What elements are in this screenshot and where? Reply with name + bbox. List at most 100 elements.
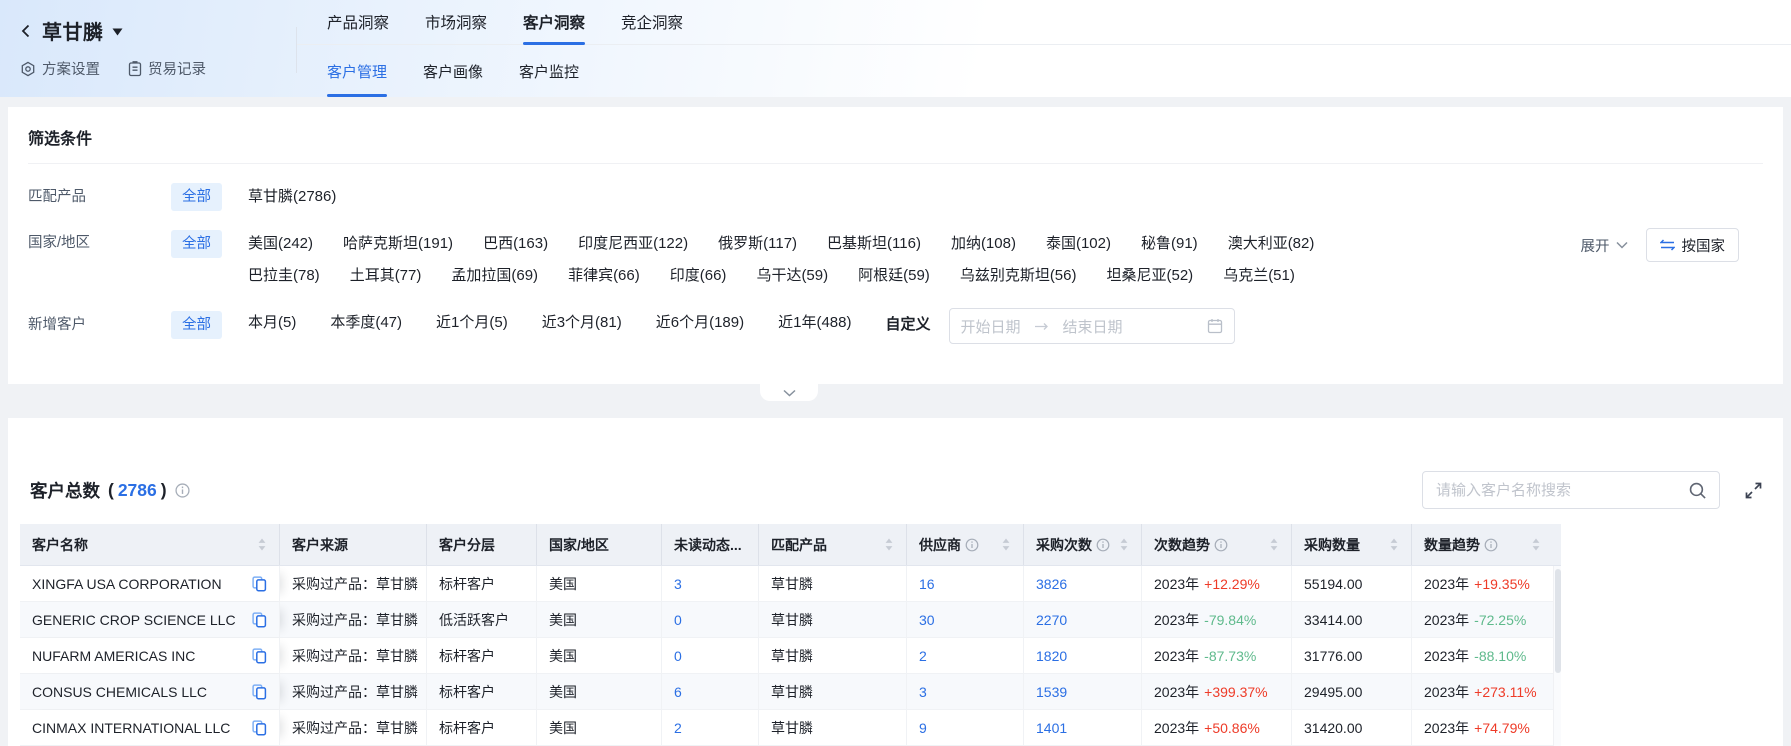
country-filter-item[interactable]: 乌克兰(51) — [1223, 260, 1295, 292]
cell-purchase-count-link[interactable]: 2270 — [1036, 612, 1067, 628]
new-customer-filter-item[interactable]: 近3个月(81) — [542, 308, 622, 338]
cell-text: 采购过产品：草甘膦 — [292, 646, 418, 666]
product-all-chip[interactable]: 全部 — [171, 183, 222, 211]
country-filter-item[interactable]: 孟加拉国(69) — [451, 260, 538, 292]
compare-icon[interactable] — [252, 576, 267, 592]
back-button[interactable] — [18, 23, 34, 39]
cell-suppliers-link[interactable]: 30 — [919, 612, 935, 628]
info-icon[interactable] — [1214, 538, 1228, 552]
filter-row-product: 匹配产品 全部 草甘膦(2786) — [28, 182, 1763, 212]
tab-customer-insight[interactable]: 客户洞察 — [523, 0, 585, 44]
tab-competitor-insight[interactable]: 竞企洞察 — [621, 0, 683, 44]
cell-suppliers-link[interactable]: 3 — [919, 684, 927, 700]
trend-year: 2023年 — [1154, 646, 1199, 666]
customer-name-link[interactable]: CINMAX INTERNATIONAL LLC — [32, 720, 230, 736]
customer-name-link[interactable]: NUFARM AMERICAS INC — [32, 648, 195, 664]
cell-unread-updates-link[interactable]: 0 — [674, 612, 682, 628]
expand-countries-link[interactable]: 展开 — [1581, 235, 1628, 256]
sort-icon[interactable] — [878, 537, 894, 552]
country-filter-item[interactable]: 印度尼西亚(122) — [578, 228, 688, 260]
cell-purchase-count-link[interactable]: 1820 — [1036, 648, 1067, 664]
scheme-settings-button[interactable]: 方案设置 — [20, 58, 100, 79]
cell-purchase-count-link[interactable]: 1401 — [1036, 720, 1067, 736]
compare-icon[interactable] — [252, 612, 267, 628]
custom-range-option[interactable]: 自定义 — [886, 308, 931, 342]
info-icon[interactable] — [965, 538, 979, 552]
search-input[interactable] — [1423, 482, 1688, 499]
customer-table: 客户名称客户来源客户分层国家/地区未读动态...匹配产品供应商采购次数次数趋势采… — [20, 524, 1561, 746]
country-filter-item[interactable]: 巴拉圭(78) — [248, 260, 320, 292]
product-filter-item[interactable]: 草甘膦(2786) — [248, 182, 336, 212]
new-customer-all-chip[interactable]: 全部 — [171, 311, 222, 339]
sort-icon[interactable] — [1113, 537, 1129, 552]
tab-product-insight[interactable]: 产品洞察 — [327, 0, 389, 44]
new-customer-filter-item[interactable]: 近1个月(5) — [436, 308, 508, 338]
info-icon[interactable] — [1096, 538, 1110, 552]
country-all-chip[interactable]: 全部 — [171, 230, 222, 258]
search-icon[interactable] — [1688, 481, 1707, 500]
trade-records-button[interactable]: 贸易记录 — [128, 58, 206, 79]
trend-value: +50.86% — [1204, 720, 1260, 736]
cell-unread-updates-link[interactable]: 2 — [674, 720, 682, 736]
country-filter-item[interactable]: 菲律宾(66) — [568, 260, 640, 292]
country-filter-item[interactable]: 俄罗斯(117) — [718, 228, 797, 260]
country-filter-item[interactable]: 乌干达(59) — [756, 260, 828, 292]
sort-icon[interactable] — [1383, 537, 1399, 552]
new-customer-filter-item[interactable]: 本月(5) — [248, 308, 296, 338]
cell-unread-updates-link[interactable]: 3 — [674, 576, 682, 592]
new-customer-filter-item[interactable]: 近1年(488) — [778, 308, 851, 338]
date-range-input[interactable]: 开始日期 结束日期 — [949, 308, 1235, 344]
group-by-country-button[interactable]: 按国家 — [1646, 228, 1740, 262]
compare-icon[interactable] — [252, 648, 267, 664]
customer-name-link[interactable]: CONSUS CHEMICALS LLC — [32, 684, 207, 700]
info-icon[interactable] — [175, 483, 190, 498]
table-row: NUFARM AMERICAS INC采购过产品：草甘膦标杆客户美国0草甘膦21… — [20, 638, 1553, 674]
trend-year: 2023年 — [1424, 574, 1469, 594]
table-body: XINGFA USA CORPORATION采购过产品：草甘膦标杆客户美国3草甘… — [20, 566, 1561, 746]
country-filter-item[interactable]: 印度(66) — [670, 260, 727, 292]
compare-icon[interactable] — [252, 684, 267, 700]
country-filter-item[interactable]: 巴基斯坦(116) — [827, 228, 921, 260]
cell-unread-updates-link[interactable]: 6 — [674, 684, 682, 700]
country-filter-item[interactable]: 加纳(108) — [951, 228, 1016, 260]
cell-suppliers-link[interactable]: 2 — [919, 648, 927, 664]
cell-suppliers-link[interactable]: 16 — [919, 576, 935, 592]
country-filter-item[interactable]: 澳大利亚(82) — [1228, 228, 1315, 260]
country-filter-item[interactable]: 乌兹别克斯坦(56) — [960, 260, 1077, 292]
fullscreen-icon[interactable] — [1744, 481, 1763, 500]
cell-count-trend: 2023年+12.29% — [1142, 566, 1292, 601]
new-customer-filter-item[interactable]: 近6个月(189) — [656, 308, 744, 338]
collapse-filter-button[interactable] — [760, 384, 818, 401]
tab-customer-profile[interactable]: 客户画像 — [423, 45, 483, 97]
sort-icon[interactable] — [995, 537, 1011, 552]
sort-icon[interactable] — [251, 537, 267, 552]
sort-icon[interactable] — [1525, 537, 1541, 552]
country-filter-item[interactable]: 美国(242) — [248, 228, 313, 260]
cell-customer-name: CONSUS CHEMICALS LLC — [20, 674, 280, 709]
new-customer-filter-item[interactable]: 本季度(47) — [330, 308, 402, 338]
sort-icon[interactable] — [1263, 537, 1279, 552]
country-filter-item[interactable]: 土耳其(77) — [350, 260, 422, 292]
title-dropdown-caret[interactable] — [112, 28, 123, 36]
cell-suppliers-link[interactable]: 9 — [919, 720, 927, 736]
compare-icon[interactable] — [252, 720, 267, 736]
country-filter-item[interactable]: 泰国(102) — [1046, 228, 1111, 260]
tab-customer-management[interactable]: 客户管理 — [327, 45, 387, 97]
country-filter-item[interactable]: 哈萨克斯坦(191) — [343, 228, 453, 260]
topbar: 草甘膦 方案设置贸易记录 产品洞察市场洞察客户洞察竞企洞察 客户管理客户画像客户… — [0, 0, 1791, 97]
cell-unread-updates-link[interactable]: 0 — [674, 648, 682, 664]
country-filter-item[interactable]: 秘鲁(91) — [1141, 228, 1198, 260]
cell-purchase-count-link[interactable]: 1539 — [1036, 684, 1067, 700]
customer-name-link[interactable]: GENERIC CROP SCIENCE LLC — [32, 612, 236, 628]
scrollbar-thumb[interactable] — [1555, 569, 1561, 673]
info-icon[interactable] — [1484, 538, 1498, 552]
scheme-settings-label: 方案设置 — [42, 58, 100, 79]
country-filter-item[interactable]: 阿根廷(59) — [858, 260, 930, 292]
tab-market-insight[interactable]: 市场洞察 — [425, 0, 487, 44]
country-filter-item[interactable]: 坦桑尼亚(52) — [1107, 260, 1194, 292]
customer-name-link[interactable]: XINGFA USA CORPORATION — [32, 576, 222, 592]
cell-purchase-count-link[interactable]: 3826 — [1036, 576, 1067, 592]
country-filter-item[interactable]: 巴西(163) — [483, 228, 548, 260]
cell-country: 美国 — [537, 638, 662, 673]
tab-customer-monitor[interactable]: 客户监控 — [519, 45, 579, 97]
